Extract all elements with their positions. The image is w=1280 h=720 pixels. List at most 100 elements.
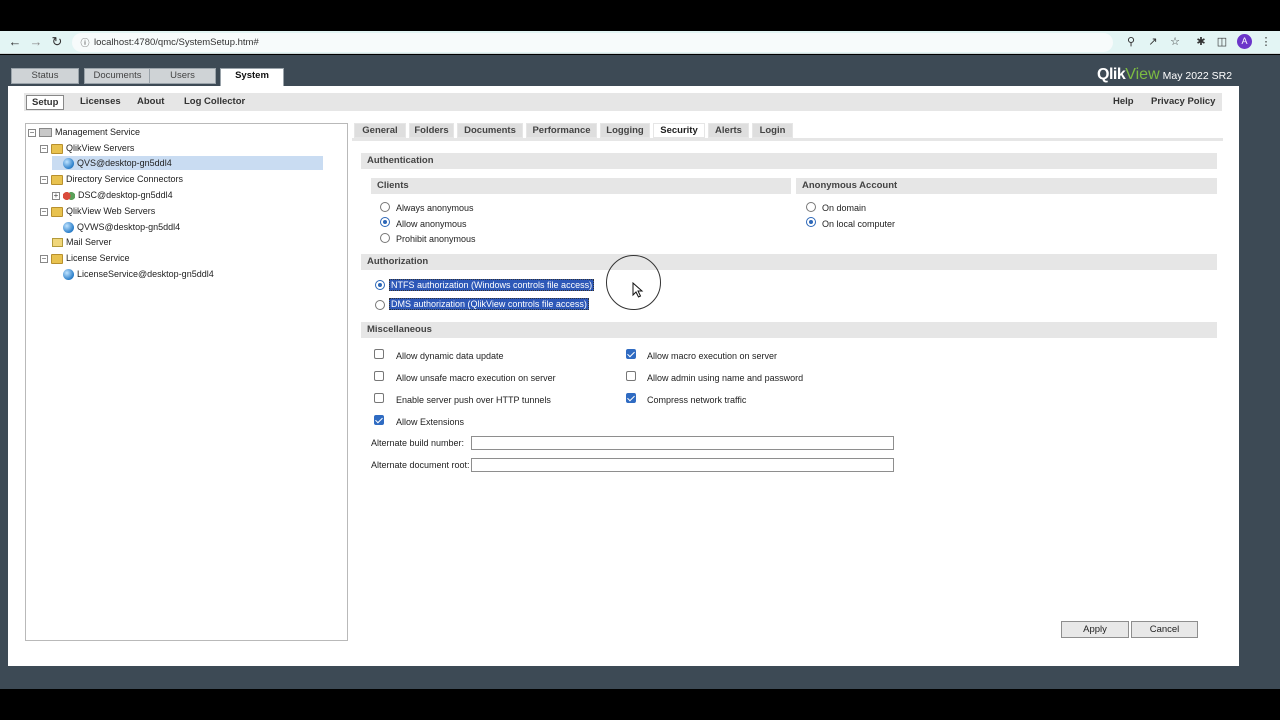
qmc-window: Status Documents Users System QlikView Ma… [8, 60, 1239, 666]
tree-label: LicenseService@desktop-gn5ddl4 [77, 269, 214, 279]
section-miscellaneous: Miscellaneous [361, 322, 1217, 338]
tree-item-management-service[interactable]: − Management Service [28, 125, 140, 139]
tree-label: DSC@desktop-gn5ddl4 [78, 190, 173, 200]
connector-icon [63, 190, 75, 201]
label-prohibit-anonymous: Prohibit anonymous [396, 234, 476, 244]
subnav-licenses[interactable]: Licenses [75, 95, 126, 110]
browser-toolbar: ← → ↻ ⓘ localhost:4780/qmc/SystemSetup.h… [0, 31, 1280, 54]
tab-logging[interactable]: Logging [600, 123, 650, 138]
radio-prohibit-anonymous[interactable] [380, 233, 390, 243]
label-alternate-document-root: Alternate document root: [371, 460, 470, 470]
tab-folders[interactable]: Folders [409, 123, 454, 138]
tab-general[interactable]: General [354, 123, 406, 138]
cancel-button[interactable]: Cancel [1131, 621, 1198, 638]
tab-system[interactable]: System [220, 68, 284, 86]
tab-documents-settings[interactable]: Documents [457, 123, 523, 138]
logo-qlik-text: Qlik [1097, 66, 1126, 83]
bookmark-star-icon[interactable]: ☆ [1168, 35, 1182, 49]
tree-item-licenseservice[interactable]: LicenseService@desktop-gn5ddl4 [63, 267, 214, 281]
info-icon[interactable]: ⓘ [78, 36, 92, 50]
mouse-pointer-icon [632, 282, 644, 298]
tree-label: QVWS@desktop-gn5ddl4 [77, 222, 181, 232]
checkbox-compress-network-traffic[interactable] [626, 393, 636, 403]
service-tree: − Management Service − QlikView Servers QV… [25, 123, 348, 641]
subnav-about[interactable]: About [132, 95, 169, 110]
sidepanel-icon[interactable]: ◫ [1215, 35, 1229, 49]
zoom-icon[interactable]: ⚲ [1124, 35, 1138, 49]
forward-icon[interactable]: → [29, 35, 43, 49]
back-icon[interactable]: ← [8, 35, 22, 49]
tree-label: QVS@desktop-gn5ddl4 [77, 158, 172, 168]
radio-dms-authorization[interactable] [375, 300, 385, 310]
collapse-icon[interactable]: − [40, 207, 48, 216]
tab-alerts[interactable]: Alerts [708, 123, 749, 138]
tree-label: Mail Server [66, 237, 112, 247]
radio-on-domain[interactable] [806, 202, 816, 212]
subnav-privacy-policy[interactable]: Privacy Policy [1146, 95, 1220, 110]
reload-icon[interactable]: ↻ [50, 35, 64, 49]
checkbox-enable-server-push[interactable] [374, 393, 384, 403]
checkbox-allow-dynamic-data-update[interactable] [374, 349, 384, 359]
globe-icon [63, 269, 74, 281]
collapse-icon[interactable]: − [40, 144, 48, 153]
label-allow-dynamic-data-update: Allow dynamic data update [396, 351, 504, 361]
label-always-anonymous: Always anonymous [396, 203, 474, 213]
collapse-icon[interactable]: − [28, 128, 36, 137]
share-icon[interactable]: ↗ [1146, 35, 1160, 49]
qlikview-logo: QlikView May 2022 SR2 [1097, 66, 1232, 84]
tree-label: QlikView Servers [66, 143, 135, 153]
tree-item-mail-server[interactable]: Mail Server [52, 235, 112, 249]
tree-item-qvws[interactable]: QVWS@desktop-gn5ddl4 [63, 220, 180, 234]
tree-item-qlikview-web-servers[interactable]: − QlikView Web Servers [40, 204, 155, 218]
tree-item-qvs[interactable]: QVS@desktop-gn5ddl4 [52, 156, 323, 170]
label-on-domain: On domain [822, 203, 867, 213]
extensions-icon[interactable]: ✱ [1194, 35, 1208, 49]
tab-documents[interactable]: Documents [84, 68, 151, 84]
tab-performance[interactable]: Performance [526, 123, 597, 138]
alternate-document-root-input[interactable] [471, 458, 894, 472]
screen: ← → ↻ ⓘ localhost:4780/qmc/SystemSetup.h… [0, 0, 1280, 720]
subnav-help[interactable]: Help [1108, 95, 1139, 110]
logo-view-text: View [1125, 66, 1160, 83]
radio-always-anonymous[interactable] [380, 202, 390, 212]
tab-login[interactable]: Login [752, 123, 793, 138]
checkbox-allow-macro-execution[interactable] [626, 349, 636, 359]
radio-ntfs-authorization[interactable] [375, 280, 385, 290]
label-allow-admin-name-password: Allow admin using name and password [647, 373, 804, 383]
radio-on-local-computer[interactable] [806, 217, 816, 227]
menu-kebab-icon[interactable]: ⋮ [1259, 35, 1273, 49]
tree-item-directory-service-connectors[interactable]: − Directory Service Connectors [40, 172, 183, 186]
server-icon [39, 128, 52, 138]
tree-item-qlikview-servers[interactable]: − QlikView Servers [40, 141, 134, 155]
collapse-icon[interactable]: − [40, 175, 48, 184]
anonymous-account-header: Anonymous Account [796, 178, 1217, 194]
tree-label: License Service [66, 253, 130, 263]
radio-allow-anonymous[interactable] [380, 217, 390, 227]
label-on-local-computer: On local computer [822, 219, 896, 229]
tab-security[interactable]: Security [653, 123, 705, 138]
address-bar[interactable]: ⓘ localhost:4780/qmc/SystemSetup.htm# ⚲ … [72, 33, 1180, 52]
folder-icon [51, 253, 63, 264]
label-allow-unsafe-macro: Allow unsafe macro execution on server [396, 373, 556, 383]
section-authorization: Authorization [361, 254, 1217, 270]
tree-item-dsc[interactable]: + DSC@desktop-gn5ddl4 [52, 188, 173, 202]
mail-icon [52, 238, 63, 248]
tree-item-license-service[interactable]: − License Service [40, 251, 130, 265]
subnav-log-collector[interactable]: Log Collector [179, 95, 250, 110]
tree-label: Directory Service Connectors [66, 174, 184, 184]
expand-icon[interactable]: + [52, 191, 60, 200]
tab-status[interactable]: Status [11, 68, 79, 84]
checkbox-allow-admin-name-password[interactable] [626, 371, 636, 381]
tab-users[interactable]: Users [149, 68, 216, 84]
collapse-icon[interactable]: − [40, 254, 48, 263]
checkbox-allow-extensions[interactable] [374, 415, 384, 425]
apply-button[interactable]: Apply [1061, 621, 1129, 638]
subnav-setup[interactable]: Setup [26, 95, 65, 110]
tree-label: QlikView Web Servers [66, 206, 156, 216]
main-tab-strip: Status Documents Users System QlikView Ma… [8, 60, 1239, 86]
clients-header: Clients [371, 178, 791, 194]
profile-avatar[interactable]: A [1237, 34, 1252, 49]
alternate-build-number-input[interactable] [471, 436, 894, 450]
label-allow-extensions: Allow Extensions [396, 417, 465, 427]
checkbox-allow-unsafe-macro[interactable] [374, 371, 384, 381]
